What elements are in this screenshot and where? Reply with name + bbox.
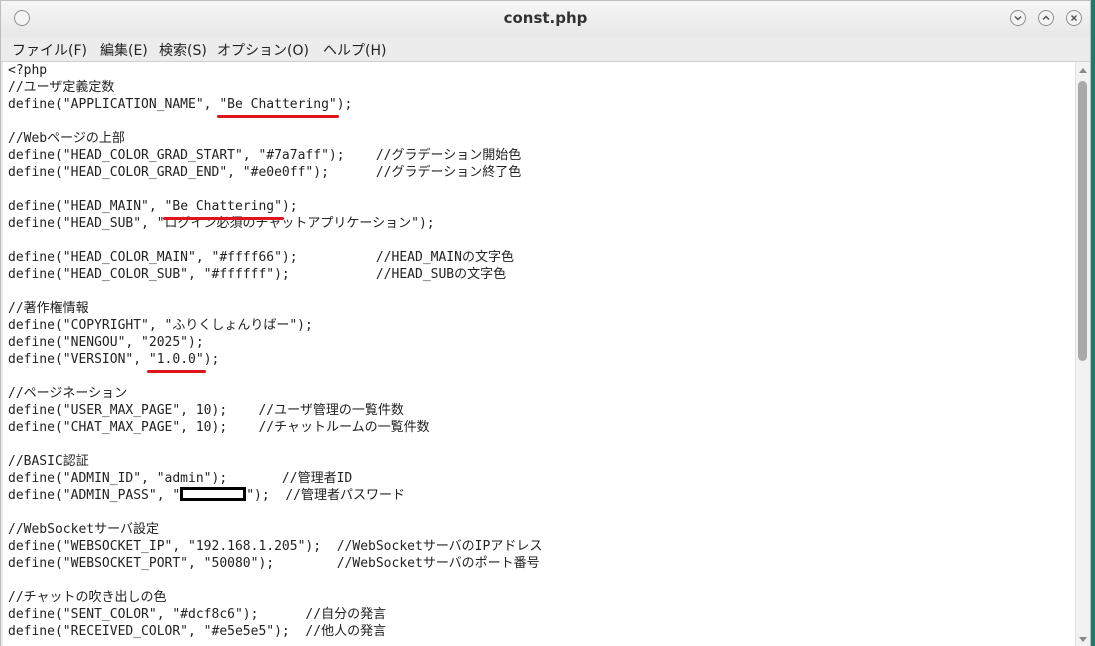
code-line[interactable]: define("SENT_COLOR", "#dcf8c6"); //自分の発言 xyxy=(8,606,542,623)
code-line[interactable] xyxy=(8,181,542,198)
text-editor-area[interactable]: <?php//ユーザ定義定数 define("APPLICATION_NAME",… xyxy=(3,62,1090,646)
close-icon xyxy=(1070,14,1078,22)
menu-edit[interactable]: 編集(E) xyxy=(100,40,148,60)
code-line[interactable]: define("ADMIN_ID", "admin"); //管理者ID xyxy=(8,470,542,487)
code-text: define("ADMIN_ID", "admin"); //管理者ID xyxy=(8,471,353,486)
code-text: define("HEAD_COLOR_SUB", "#ffffff"); //H… xyxy=(8,267,507,282)
code-line[interactable]: define("HEAD_COLOR_GRAD_END", "#e0e0ff")… xyxy=(8,164,542,181)
code-text: //ユーザ定義定数 xyxy=(8,80,115,95)
redacted-password-box xyxy=(180,487,247,501)
code-text: ); xyxy=(336,97,353,112)
title-bar[interactable]: const.php xyxy=(1,1,1090,37)
code-line[interactable]: define("HEAD_COLOR_GRAD_START", "#7a7aff… xyxy=(8,147,542,164)
code-line[interactable]: define("HEAD_COLOR_SUB", "#ffffff"); //H… xyxy=(8,266,542,283)
minimize-button[interactable] xyxy=(1010,10,1026,26)
code-text: define("COPYRIGHT", "ふりくしょんりばー"); xyxy=(8,318,313,333)
code-line[interactable]: define("CHAT_MAX_PAGE", 10); //チャットルームの一… xyxy=(8,419,542,436)
code-line[interactable]: //著作権情報 xyxy=(8,300,542,317)
code-text: //BASIC認証 xyxy=(8,454,89,469)
window-title: const.php xyxy=(503,9,588,27)
code-text: define("CHAT_MAX_PAGE", 10); //チャットルームの一… xyxy=(8,420,430,435)
code-line[interactable]: define("APPLICATION_NAME", "Be Chatterin… xyxy=(8,96,542,118)
code-text: define("HEAD_COLOR_GRAD_END", "#e0e0ff")… xyxy=(8,165,522,180)
code-line[interactable]: define("NENGOU", "2025"); xyxy=(8,334,542,351)
highlighted-value: "Be Chattering" xyxy=(217,97,340,118)
code-text: define("USER_MAX_PAGE", 10); //ユーザ管理の一覧件… xyxy=(8,403,404,418)
code-text: define("HEAD_MAIN", xyxy=(8,199,165,214)
scroll-up-arrow[interactable] xyxy=(1079,68,1087,73)
code-line[interactable]: define("WEBSOCKET_PORT", "50080"); //Web… xyxy=(8,555,542,572)
code-text: //チャットの吹き出しの色 xyxy=(8,590,167,605)
code-line[interactable]: //BASIC認証 xyxy=(8,453,542,470)
code-line[interactable] xyxy=(8,572,542,589)
code-text: "); //管理者パスワード xyxy=(246,488,405,503)
code-line[interactable] xyxy=(8,368,542,385)
code-text: //ページネーション xyxy=(8,386,128,401)
highlighted-value: "Be Chattering" xyxy=(162,199,285,220)
code-text: //著作権情報 xyxy=(8,301,89,316)
code-line[interactable] xyxy=(8,436,542,453)
code-content[interactable]: <?php//ユーザ定義定数 define("APPLICATION_NAME",… xyxy=(8,62,542,640)
code-line[interactable] xyxy=(8,283,542,300)
code-text: define("WEBSOCKET_IP", "192.168.1.205");… xyxy=(8,539,543,554)
code-line[interactable]: <?php xyxy=(8,62,542,79)
code-line[interactable]: define("WEBSOCKET_IP", "192.168.1.205");… xyxy=(8,538,542,555)
menu-search[interactable]: 検索(S) xyxy=(159,40,207,60)
chevron-up-icon xyxy=(1042,15,1050,21)
scroll-thumb[interactable] xyxy=(1078,81,1087,361)
code-text: //WebSocketサーバ設定 xyxy=(8,522,159,537)
code-line[interactable]: define("COPYRIGHT", "ふりくしょんりばー"); xyxy=(8,317,542,334)
code-text: <?php xyxy=(8,63,48,78)
code-line[interactable]: //チャットの吹き出しの色 xyxy=(8,589,542,606)
chevron-down-icon xyxy=(1014,15,1022,21)
code-line[interactable]: define("HEAD_MAIN", "Be Chattering"); xyxy=(8,198,542,220)
scroll-down-arrow[interactable] xyxy=(1079,637,1087,642)
code-text: ); xyxy=(203,352,220,367)
code-text: define("ADMIN_PASS", " xyxy=(8,488,181,503)
menu-options[interactable]: オプション(O) xyxy=(217,40,309,60)
code-line[interactable]: define("ADMIN_PASS", " "); //管理者パスワード xyxy=(8,487,542,504)
menu-file[interactable]: ファイル(F) xyxy=(12,40,87,60)
code-line[interactable]: //ユーザ定義定数 xyxy=(8,79,542,96)
code-line[interactable]: //ページネーション xyxy=(8,385,542,402)
code-text: ); xyxy=(281,199,298,214)
highlighted-value: "1.0.0" xyxy=(146,352,206,373)
code-text: define("RECEIVED_COLOR", "#e5e5e5"); //他… xyxy=(8,624,387,639)
code-line[interactable]: define("HEAD_COLOR_MAIN", "#ffff66"); //… xyxy=(8,249,542,266)
code-text: define("NENGOU", "2025"); xyxy=(8,335,204,350)
code-text: define("WEBSOCKET_PORT", "50080"); //Web… xyxy=(8,556,540,571)
code-line[interactable]: define("VERSION", "1.0.0"); xyxy=(8,351,542,373)
code-line[interactable] xyxy=(8,232,542,249)
code-line[interactable]: define("USER_MAX_PAGE", 10); //ユーザ管理の一覧件… xyxy=(8,402,542,419)
vertical-scrollbar[interactable] xyxy=(1075,62,1090,646)
code-line[interactable]: //WebSocketサーバ設定 xyxy=(8,521,542,538)
code-text: //Webページの上部 xyxy=(8,131,125,146)
editor-window: const.php ファイル(F) 編集(E) 検索(S) オプション(O) ヘ… xyxy=(0,0,1091,646)
maximize-button[interactable] xyxy=(1038,10,1054,26)
code-text: define("VERSION", xyxy=(8,352,149,367)
code-line[interactable] xyxy=(8,504,542,521)
close-button[interactable] xyxy=(1066,10,1082,26)
menu-help[interactable]: ヘルプ(H) xyxy=(323,40,386,60)
code-text: define("HEAD_COLOR_GRAD_START", "#7a7aff… xyxy=(8,148,522,163)
menu-bar: ファイル(F) 編集(E) 検索(S) オプション(O) ヘルプ(H) xyxy=(1,37,1090,62)
code-line[interactable]: define("RECEIVED_COLOR", "#e5e5e5"); //他… xyxy=(8,623,542,640)
code-text: define("HEAD_COLOR_MAIN", "#ffff66"); //… xyxy=(8,250,514,265)
code-text: define("APPLICATION_NAME", xyxy=(8,97,220,112)
code-line[interactable]: //Webページの上部 xyxy=(8,130,542,147)
code-text: define("SENT_COLOR", "#dcf8c6"); //自分の発言 xyxy=(8,607,387,622)
